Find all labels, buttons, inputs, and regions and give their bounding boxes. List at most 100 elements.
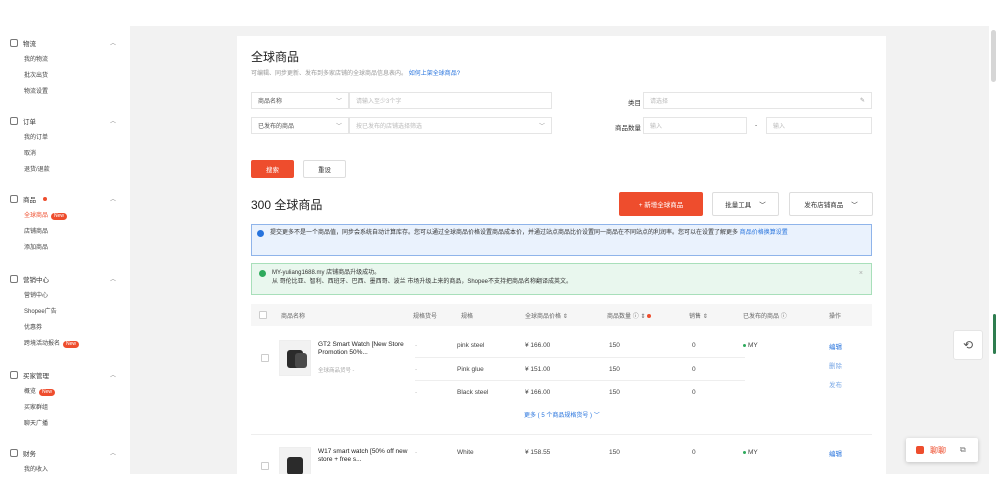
variant-sku: - (415, 342, 418, 349)
variant-stock: 150 (609, 366, 620, 373)
row-checkbox[interactable] (261, 462, 269, 470)
page-scrollbar[interactable] (989, 26, 1000, 474)
delete-link[interactable]: 删除 (829, 360, 842, 370)
product-name-link[interactable]: W17 smart watch [50% off new store + fre… (318, 448, 408, 464)
add-global-product-button[interactable]: + 新增全球商品 (619, 192, 703, 216)
scroll-indicator (993, 314, 996, 354)
sidebar-item-vouchers[interactable]: 优惠券 (24, 322, 42, 331)
variant-stock: 150 (609, 449, 620, 456)
sidebar-section-orders[interactable]: 订单 ︿ (10, 116, 116, 126)
bottom-strip (0, 474, 1000, 500)
popout-icon[interactable]: ⧉ (960, 445, 966, 455)
variant-spec: pink steel (457, 342, 485, 349)
stock-max-input[interactable]: 输入 (766, 117, 872, 134)
product-thumbnail[interactable] (279, 340, 311, 376)
sidebar-item-add-product[interactable]: 添加商品 (24, 242, 48, 251)
product-global-sku: 全球商品货号 - (318, 368, 355, 374)
variant-sales: 0 (692, 449, 696, 456)
sidebar-item-cross-border-campaigns[interactable]: 跨境活动报名 New (24, 338, 80, 348)
clipboard-icon (10, 117, 18, 125)
new-badge: New (51, 213, 68, 220)
chevron-up-icon[interactable]: ︿ (110, 448, 116, 457)
more-variants-link[interactable]: 更多 ( 5 个商品规格货号 ) ﹀ (524, 410, 600, 419)
select-all-checkbox[interactable] (259, 311, 267, 319)
shop-filter-select[interactable]: 按已发布的店铺选择筛选 ﹀ (349, 117, 552, 134)
global-products-card: 全球商品 可编辑、同步更新、发布到多家店铺的全球商品信息表内。 如何上架全球商品… (237, 36, 886, 476)
sidebar-item-global-products[interactable]: 全球商品 New (24, 210, 68, 220)
help-icon: ⓘ (632, 314, 639, 320)
col-published: 已发布的商品 ⓘ (743, 314, 787, 320)
category-label: 类目 (628, 100, 641, 107)
variant-sku: - (415, 389, 418, 396)
close-icon[interactable]: × (859, 269, 863, 278)
col-global-price[interactable]: 全球商品价格 ⇕ (525, 311, 568, 320)
col-sales[interactable]: 销售 ⇕ (689, 311, 708, 320)
row-divider (251, 434, 872, 435)
chevron-up-icon[interactable]: ︿ (110, 116, 116, 125)
bag-icon (10, 195, 18, 203)
chevron-up-icon[interactable]: ︿ (110, 370, 116, 379)
publish-link[interactable]: 发布 (829, 379, 842, 389)
sidebar-item-my-orders[interactable]: 我的订单 (24, 132, 48, 141)
edit-link[interactable]: 编辑 (829, 448, 842, 458)
variant-price: ¥ 151.00 (525, 366, 551, 373)
stock-min-input[interactable]: 输入 (643, 117, 747, 134)
category-input[interactable]: 请选择 ✎ (643, 92, 872, 109)
sidebar-item-my-income[interactable]: 我的收入 (24, 464, 48, 473)
reset-button[interactable]: 重设 (303, 160, 346, 178)
sidebar-section-finance[interactable]: 财务 ︿ (10, 448, 116, 458)
sidebar-item-shopee-ads[interactable]: Shopee广告 (24, 306, 57, 315)
col-stock[interactable]: 商品数量 ⓘ ⇕ (607, 311, 652, 320)
edit-link[interactable]: 编辑 (829, 341, 842, 351)
chevron-up-icon[interactable]: ︿ (110, 38, 116, 47)
sidebar-item-returns[interactable]: 退货/退款 (24, 164, 50, 173)
sidebar-item-chat-broadcast[interactable]: 聊天广播 (24, 418, 48, 427)
chat-button[interactable]: 聊聊 ⧉ (906, 438, 978, 462)
price-conversion-link[interactable]: 商品价格换算设置 (740, 230, 788, 236)
sort-icon: ⇕ (562, 314, 568, 320)
how-to-link[interactable]: 如何上架全球商品? (409, 71, 460, 77)
headset-icon[interactable]: ⟲ (953, 330, 983, 360)
sidebar-section-logistics[interactable]: 物流 ︿ (10, 38, 116, 48)
stock-range-dash: - (755, 122, 758, 129)
sidebar-item-overview[interactable]: 概览 New (24, 386, 56, 396)
variant-price: ¥ 166.00 (525, 342, 551, 349)
sidebar-item-logistics-settings[interactable]: 物流设置 (24, 86, 48, 95)
name-filter-select[interactable]: 商品名称 ﹀ (251, 92, 349, 109)
product-thumbnail[interactable] (279, 447, 311, 476)
tag-icon (10, 275, 18, 283)
sidebar-section-marketing[interactable]: 营销中心 ︿ (10, 274, 116, 284)
status-dot (743, 450, 746, 454)
sort-icon: ⇕ (640, 314, 646, 320)
publish-shop-products-button[interactable]: 发布店铺商品 ﹀ (789, 192, 873, 216)
help-icon: ⓘ (780, 314, 787, 320)
published-status: MY (743, 449, 758, 456)
sidebar-item-cancel[interactable]: 取消 (24, 148, 36, 157)
variant-sales: 0 (692, 342, 696, 349)
variant-price: ¥ 158.55 (525, 449, 551, 456)
chevron-down-icon: ﹀ (335, 124, 342, 130)
status-filter-select[interactable]: 已发布的商品 ﹀ (251, 117, 349, 134)
bulk-tools-button[interactable]: 批量工具 ﹀ (712, 192, 779, 216)
wallet-icon (10, 449, 18, 457)
table-header: 商品名称 规格货号 规格 全球商品价格 ⇕ 商品数量 ⓘ ⇕ 销售 ⇕ 已发布的… (251, 304, 872, 326)
product-name-link[interactable]: GT2 Smart Watch [New Store Promotion 50%… (318, 341, 408, 357)
variant-sku: - (415, 366, 418, 373)
sidebar-section-buyers[interactable]: 买家管理 ︿ (10, 370, 116, 380)
name-search-input[interactable]: 请输入至少3个字 (349, 92, 552, 109)
sidebar-item-shop-products[interactable]: 店铺商品 (24, 226, 48, 235)
row-checkbox[interactable] (261, 354, 269, 362)
sidebar-section-products[interactable]: 商品 ︿ (10, 194, 116, 204)
sidebar-item-marketing-center[interactable]: 营销中心 (24, 290, 48, 299)
sidebar-item-buyer-groups[interactable]: 买家群组 (24, 402, 48, 411)
sidebar-item-my-logistics[interactable]: 我的物流 (24, 54, 48, 63)
sidebar-item-batch-ship[interactable]: 批次出货 (24, 70, 48, 79)
chevron-down-icon: ﹀ (335, 99, 342, 105)
variant-divider (415, 357, 745, 358)
chevron-up-icon[interactable]: ︿ (110, 194, 116, 203)
col-actions: 操作 (829, 314, 842, 320)
search-button[interactable]: 搜索 (251, 160, 294, 178)
scroll-thumb[interactable] (991, 30, 996, 82)
page-title: 全球商品 (251, 50, 300, 64)
chevron-up-icon[interactable]: ︿ (110, 274, 116, 283)
